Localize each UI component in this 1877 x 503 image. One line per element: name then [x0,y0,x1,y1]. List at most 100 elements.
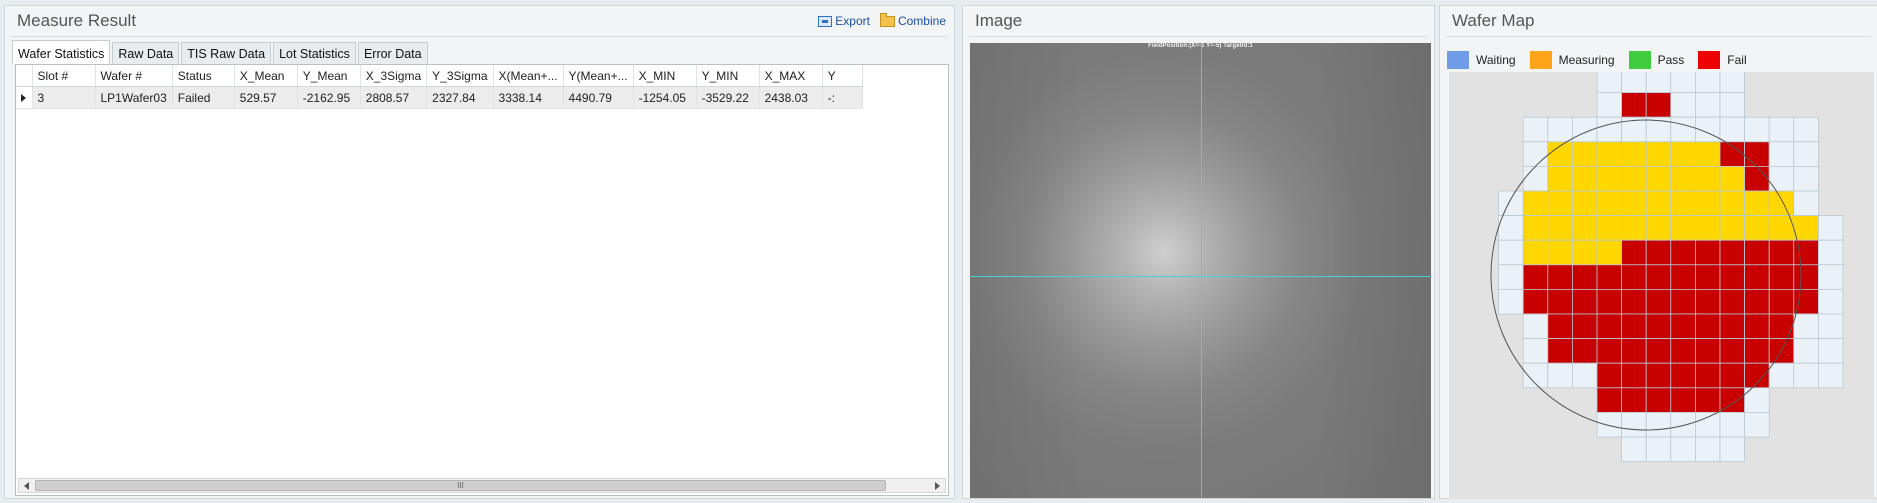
tab-wafer-statistics[interactable]: Wafer Statistics [12,40,111,64]
wafer-die[interactable] [1670,239,1696,266]
wafer-die[interactable] [1768,362,1795,389]
column-header[interactable]: X(Mean+... [493,65,564,87]
wafer-die[interactable] [1547,338,1573,364]
wafer-die[interactable] [1719,72,1746,94]
table-cell[interactable]: 2438.03 [759,86,823,109]
wafer-die[interactable] [1793,313,1819,340]
column-header[interactable]: Slot # [32,65,96,87]
wafer-die[interactable] [1670,141,1696,167]
export-button[interactable]: Export [818,14,870,28]
column-header[interactable]: X_3Sigma [360,65,428,87]
wafer-die[interactable] [1498,190,1524,217]
wafer-die[interactable] [1793,215,1819,241]
wafer-die[interactable] [1596,190,1623,217]
wafer-die[interactable] [1522,264,1549,290]
wafer-die[interactable] [1547,288,1573,315]
wafer-die[interactable] [1744,313,1770,340]
wafer-die[interactable] [1817,338,1844,364]
wafer-die[interactable] [1621,264,1647,290]
wafer-die[interactable] [1817,215,1844,241]
scroll-right-arrow-icon[interactable] [935,482,940,490]
wafer-die[interactable] [1572,264,1598,290]
wafer-die[interactable] [1547,116,1573,143]
wafer-die[interactable] [1670,436,1696,463]
table-cell[interactable]: -1254.05 [633,86,697,109]
wafer-die[interactable] [1645,387,1672,413]
wafer-die[interactable] [1670,215,1696,241]
wafer-die[interactable] [1572,190,1598,217]
wafer-die[interactable] [1793,264,1819,290]
table-cell[interactable]: 2327.84 [426,86,494,109]
wafer-die[interactable] [1621,313,1647,340]
wafer-die[interactable] [1522,141,1549,167]
wafer-die[interactable] [1670,264,1696,290]
wafer-die[interactable] [1596,116,1623,143]
wafer-die[interactable] [1621,72,1647,94]
wafer-die[interactable] [1694,387,1721,413]
column-header[interactable]: X_Mean [234,65,298,87]
wafer-die[interactable] [1670,288,1696,315]
wafer-die[interactable] [1547,166,1573,192]
table-cell[interactable]: 3338.14 [493,86,564,109]
tab-error-data[interactable]: Error Data [357,42,428,64]
wafer-die[interactable] [1621,215,1647,241]
wafer-die[interactable] [1670,411,1696,438]
wafer-die[interactable] [1744,264,1770,290]
wafer-die[interactable] [1744,190,1770,217]
wafer-die[interactable] [1793,166,1819,192]
wafer-die[interactable] [1817,288,1844,315]
wafer-die[interactable] [1645,362,1672,389]
table-cell[interactable]: -: [822,86,863,109]
wafer-die[interactable] [1498,239,1524,266]
wafer-die[interactable] [1793,116,1819,143]
wafer-die[interactable] [1596,313,1623,340]
wafer-die[interactable] [1621,239,1647,266]
wafer-die[interactable] [1547,239,1573,266]
wafer-die[interactable] [1694,313,1721,340]
wafer-die[interactable] [1522,215,1549,241]
wafer-die[interactable] [1744,338,1770,364]
wafer-die[interactable] [1596,264,1623,290]
scroll-left-arrow-icon[interactable] [24,482,29,490]
wafer-die[interactable] [1694,264,1721,290]
wafer-die[interactable] [1596,362,1623,389]
wafer-die[interactable] [1694,92,1721,118]
wafer-die[interactable] [1522,166,1549,192]
wafer-die[interactable] [1719,239,1746,266]
wafer-die[interactable] [1719,288,1746,315]
wafer-die[interactable] [1596,166,1623,192]
wafer-die[interactable] [1719,264,1746,290]
wafer-die[interactable] [1694,338,1721,364]
column-header[interactable]: Y [822,65,863,87]
wafer-die[interactable] [1572,362,1598,389]
wafer-die[interactable] [1547,215,1573,241]
wafer-die[interactable] [1645,264,1672,290]
wafer-die[interactable] [1547,264,1573,290]
wafer-die[interactable] [1719,92,1746,118]
wafer-die[interactable] [1572,313,1598,340]
wafer-die[interactable] [1768,239,1795,266]
column-header[interactable]: X_MIN [633,65,697,87]
wafer-die[interactable] [1522,338,1549,364]
wafer-die[interactable] [1670,362,1696,389]
wafer-die[interactable] [1621,362,1647,389]
wafer-die[interactable] [1719,411,1746,438]
wafer-die[interactable] [1498,264,1524,290]
wafer-die[interactable] [1645,313,1672,340]
wafer-die[interactable] [1645,288,1672,315]
column-header[interactable]: Status [172,65,235,87]
wafer-die[interactable] [1645,338,1672,364]
wafer-die[interactable] [1719,116,1746,143]
table-cell[interactable]: Failed [172,86,235,109]
wafer-die[interactable] [1768,166,1795,192]
wafer-die[interactable] [1744,215,1770,241]
wafer-die[interactable] [1572,239,1598,266]
wafer-die[interactable] [1547,362,1573,389]
wafer-die[interactable] [1817,264,1844,290]
wafer-die[interactable] [1719,141,1746,167]
wafer-die[interactable] [1572,166,1598,192]
wafer-die[interactable] [1596,387,1623,413]
tab-raw-data[interactable]: Raw Data [112,42,180,64]
table-cell[interactable]: 4490.79 [563,86,634,109]
wafer-die[interactable] [1744,362,1770,389]
